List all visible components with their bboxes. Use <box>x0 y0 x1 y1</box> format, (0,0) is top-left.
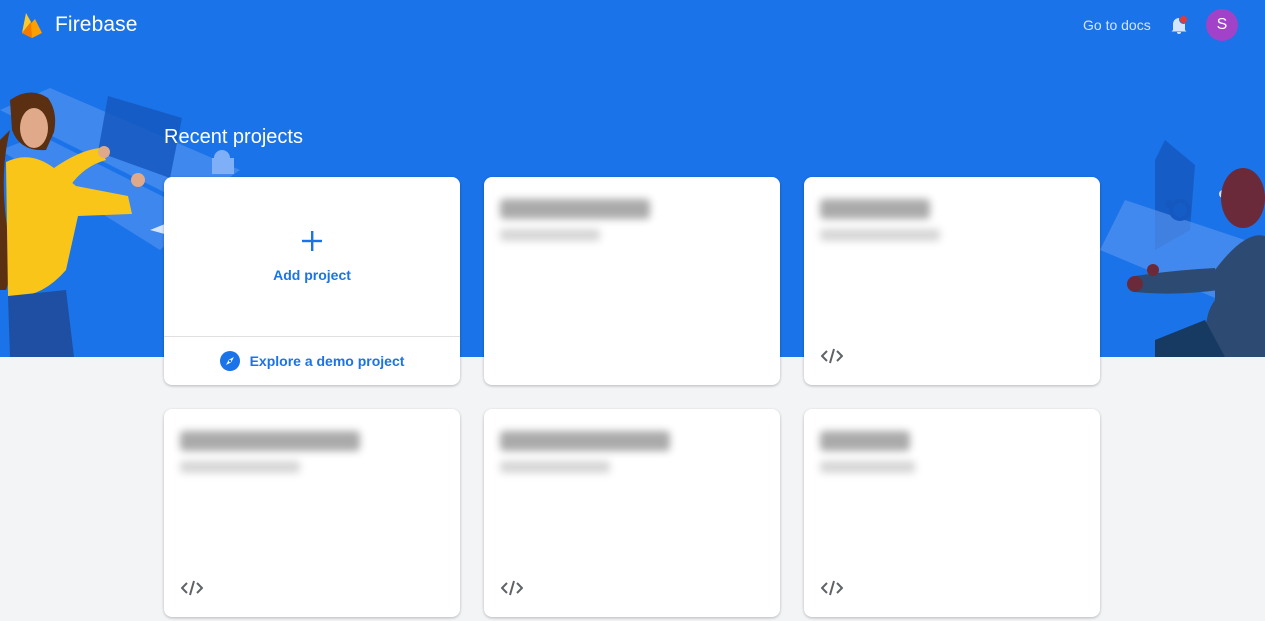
project-card[interactable] <box>484 409 780 617</box>
code-icon <box>181 580 203 596</box>
compass-icon <box>219 351 240 371</box>
firebase-flame-icon <box>22 13 42 38</box>
project-title-redacted <box>500 199 650 219</box>
add-project-button[interactable]: Add project <box>164 177 460 336</box>
project-title-redacted <box>820 199 930 219</box>
project-card[interactable] <box>484 177 780 385</box>
project-subtitle-redacted <box>500 229 600 241</box>
account-avatar[interactable]: S <box>1206 9 1238 41</box>
project-card[interactable] <box>804 409 1100 617</box>
code-icon <box>821 580 843 596</box>
project-subtitle-redacted <box>820 229 940 241</box>
recent-projects-title: Recent projects <box>164 126 303 148</box>
project-subtitle-redacted <box>180 461 300 473</box>
bell-icon[interactable] <box>1168 14 1190 36</box>
explore-demo-label: Explore a demo project <box>249 353 405 369</box>
project-subtitle-redacted <box>820 461 915 473</box>
project-card[interactable] <box>164 409 460 617</box>
project-card[interactable] <box>804 177 1100 385</box>
hero-illustration-right <box>1100 140 1265 357</box>
add-project-label: Add project <box>273 267 351 283</box>
code-icon <box>501 580 523 596</box>
add-project-card: Add project Explore a demo project <box>164 177 460 385</box>
project-subtitle-redacted <box>500 461 610 473</box>
project-title-redacted <box>180 431 360 451</box>
go-to-docs-link[interactable]: Go to docs <box>1083 17 1151 33</box>
top-app-bar: Firebase Go to docs S <box>0 0 1265 50</box>
plus-icon <box>302 231 322 251</box>
project-title-redacted <box>500 431 670 451</box>
code-icon <box>821 348 843 364</box>
project-title-redacted <box>820 431 910 451</box>
brand-name: Firebase <box>55 12 138 36</box>
explore-demo-project-button[interactable]: Explore a demo project <box>164 336 460 385</box>
firebase-brand[interactable]: Firebase <box>21 11 138 38</box>
